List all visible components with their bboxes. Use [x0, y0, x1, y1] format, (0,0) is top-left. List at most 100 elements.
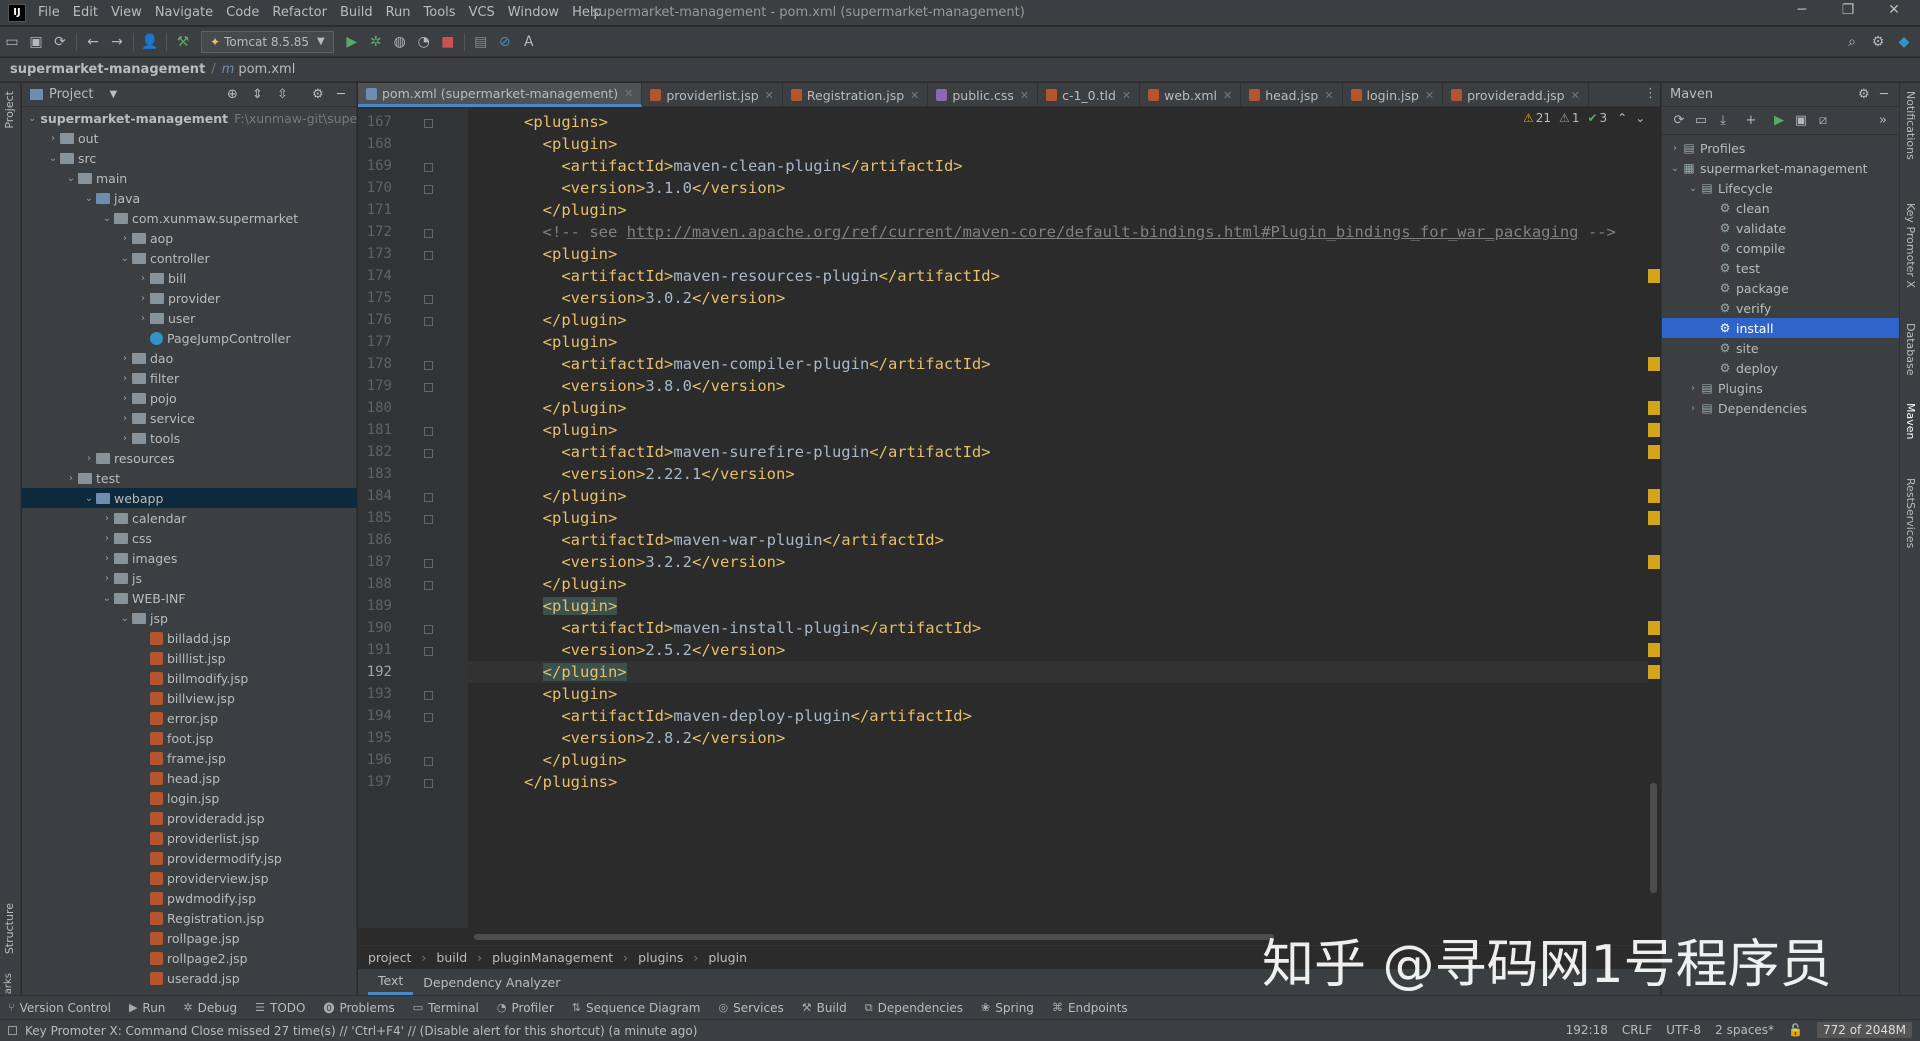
chevron-down-icon[interactable]: ⌄ — [28, 113, 36, 124]
close-icon[interactable]: ✕ — [624, 87, 633, 100]
fold-marker-icon[interactable] — [424, 515, 433, 524]
status-message[interactable]: Key Promoter X: Command Close missed 27 … — [25, 1024, 697, 1038]
chevron-down-icon[interactable]: ⌄ — [1686, 183, 1700, 194]
tree-node[interactable]: provideradd.jsp — [22, 808, 357, 828]
caret-position[interactable]: 192:18 — [1566, 1023, 1608, 1037]
fold-marker-icon[interactable] — [424, 449, 433, 458]
chevron-right-icon[interactable]: › — [82, 453, 96, 464]
tree-node[interactable]: billmodify.jsp — [22, 668, 357, 688]
tree-node[interactable]: › pojo — [22, 388, 357, 408]
skip-tests-icon[interactable]: ⧄ — [1812, 113, 1834, 128]
hide-panel-icon[interactable]: ─ — [337, 87, 345, 102]
chevron-right-icon[interactable]: › — [118, 233, 132, 244]
tree-node[interactable]: billview.jsp — [22, 688, 357, 708]
fold-marker-icon[interactable] — [424, 383, 433, 392]
no-entry-icon[interactable]: ⊘ — [493, 30, 517, 54]
tree-node[interactable]: › js — [22, 568, 357, 588]
translate-icon[interactable]: A — [517, 30, 541, 54]
line-separator[interactable]: CRLF — [1622, 1023, 1652, 1037]
maven-node[interactable]: ⚙ site — [1662, 338, 1900, 358]
tree-node[interactable]: useradd.jsp — [22, 968, 357, 988]
tree-node[interactable]: › out — [22, 128, 357, 148]
tool-window-endpoints[interactable]: ⌘ Endpoints — [1052, 1001, 1128, 1015]
horizontal-scrollbar[interactable] — [474, 934, 1274, 940]
fold-marker-icon[interactable] — [424, 229, 433, 238]
tabs-more-icon[interactable]: ⋮ — [1644, 86, 1657, 101]
maven-node[interactable]: ⚙ install — [1662, 318, 1900, 338]
close-icon[interactable]: ✕ — [1223, 89, 1232, 102]
lock-icon[interactable]: 🔓 — [1788, 1023, 1803, 1037]
tree-node[interactable]: › test — [22, 468, 357, 488]
code-breadcrumb-item[interactable]: build — [436, 950, 467, 965]
warning-marker[interactable] — [1648, 643, 1660, 657]
database-tool-button[interactable]: Database — [1904, 323, 1917, 376]
fold-marker-icon[interactable] — [424, 317, 433, 326]
close-icon[interactable]: ✕ — [910, 89, 919, 102]
code-breadcrumb-item[interactable]: plugin — [708, 950, 747, 965]
tool-window-debug[interactable]: ✲ Debug — [183, 1001, 237, 1015]
maven-tool-button[interactable]: Maven — [1904, 403, 1917, 439]
tree-node[interactable]: frame.jsp — [22, 748, 357, 768]
settings-gear-icon[interactable]: ⚙ — [312, 87, 324, 102]
tool-window-dependencies[interactable]: ⧉ Dependencies — [865, 1001, 963, 1015]
chevron-right-icon[interactable]: › — [46, 133, 60, 144]
fold-marker-icon[interactable] — [424, 559, 433, 568]
menu-run[interactable]: Run — [386, 5, 411, 20]
warning-marker[interactable] — [1648, 357, 1660, 371]
code-breadcrumb-item[interactable]: plugins — [638, 950, 683, 965]
tree-node[interactable]: foot.jsp — [22, 728, 357, 748]
tree-node[interactable]: PageJumpController — [22, 328, 357, 348]
fold-marker-icon[interactable] — [424, 493, 433, 502]
close-icon[interactable]: ✕ — [1324, 89, 1333, 102]
breadcrumb-project[interactable]: supermarket-management — [10, 62, 205, 77]
project-panel-title[interactable]: Project — [49, 87, 93, 102]
tool-window-todo[interactable]: ☰ TODO — [255, 1001, 305, 1015]
warning-marker[interactable] — [1648, 511, 1660, 525]
notifications-tool-button[interactable]: Notifications — [1904, 91, 1917, 160]
tree-node[interactable]: billlist.jsp — [22, 648, 357, 668]
tool-window-problems[interactable]: ⓿ Problems — [323, 1000, 394, 1016]
menu-vcs[interactable]: VCS — [469, 5, 495, 20]
breadcrumb-file[interactable]: pom.xml — [238, 62, 295, 77]
settings-gear-icon[interactable]: ⚙ — [1866, 30, 1890, 54]
tool-window-run[interactable]: ▶ Run — [129, 1001, 165, 1015]
maven-node[interactable]: › ▤ Profiles — [1662, 138, 1900, 158]
structure-tool-button[interactable]: Structure — [3, 903, 16, 954]
indent-setting[interactable]: 2 spaces* — [1715, 1023, 1774, 1037]
chevron-right-icon[interactable]: › — [100, 513, 114, 524]
warning-marker[interactable] — [1648, 621, 1660, 635]
fold-marker-icon[interactable] — [424, 779, 433, 788]
plugin-logo-icon[interactable]: ◆ — [1892, 30, 1916, 54]
chevron-down-icon[interactable]: ▼ — [109, 89, 117, 100]
warning-marker[interactable] — [1648, 665, 1660, 679]
tree-node[interactable]: rollpage2.jsp — [22, 948, 357, 968]
maven-node[interactable]: ⚙ validate — [1662, 218, 1900, 238]
tree-node[interactable]: › filter — [22, 368, 357, 388]
fold-marker-icon[interactable] — [424, 119, 433, 128]
maven-node[interactable]: ⚙ deploy — [1662, 358, 1900, 378]
menu-window[interactable]: Window — [508, 5, 559, 20]
chevron-right-icon[interactable]: › — [1686, 383, 1700, 394]
menu-code[interactable]: Code — [226, 5, 259, 20]
tree-node[interactable]: ⌄ controller — [22, 248, 357, 268]
run-config-selector[interactable]: ✦ Tomcat 8.5.85 ▼ — [201, 30, 334, 53]
maven-node[interactable]: › ▤ Plugins — [1662, 378, 1900, 398]
forward-icon[interactable]: → — [105, 30, 129, 54]
close-icon[interactable]: ✕ — [1020, 89, 1029, 102]
tree-node[interactable]: › css — [22, 528, 357, 548]
tree-node[interactable]: rollpage.jsp — [22, 928, 357, 948]
tree-node[interactable]: › aop — [22, 228, 357, 248]
tree-node[interactable]: login.jsp — [22, 788, 357, 808]
profile-icon[interactable]: ◔ — [412, 30, 436, 54]
menu-build[interactable]: Build — [340, 5, 373, 20]
run-icon[interactable]: ▶ — [1768, 113, 1790, 128]
chevron-down-icon[interactable]: ⌄ — [82, 493, 96, 504]
stop-icon[interactable]: ■ — [436, 30, 460, 54]
minimize-icon[interactable]: ─ — [1782, 2, 1822, 18]
warning-marker[interactable] — [1648, 423, 1660, 437]
maven-node[interactable]: ⚙ clean — [1662, 198, 1900, 218]
chevron-down-icon[interactable]: ⌄ — [1635, 111, 1645, 125]
tree-node[interactable]: › dao — [22, 348, 357, 368]
add-icon[interactable]: + — [1740, 113, 1762, 128]
close-icon[interactable]: ✕ — [1571, 89, 1580, 102]
